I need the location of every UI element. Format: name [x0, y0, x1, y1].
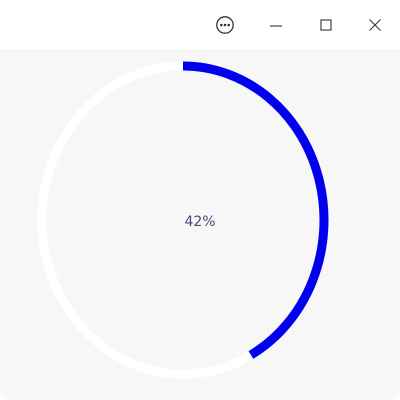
minimize-icon: [270, 25, 282, 27]
close-icon: [369, 19, 381, 31]
maximize-icon: [320, 19, 332, 31]
more-options-icon: [216, 16, 234, 34]
progress-percentage-label: 42%: [184, 214, 216, 230]
maximize-button[interactable]: [306, 5, 346, 45]
title-bar: [0, 0, 400, 50]
more-options-button[interactable]: [205, 5, 245, 45]
close-button[interactable]: [355, 5, 395, 45]
minimize-button[interactable]: [256, 5, 296, 45]
progress-arc: [182, 61, 329, 359]
circular-progress: 42%: [0, 50, 400, 400]
app-window: 42%: [0, 0, 400, 400]
